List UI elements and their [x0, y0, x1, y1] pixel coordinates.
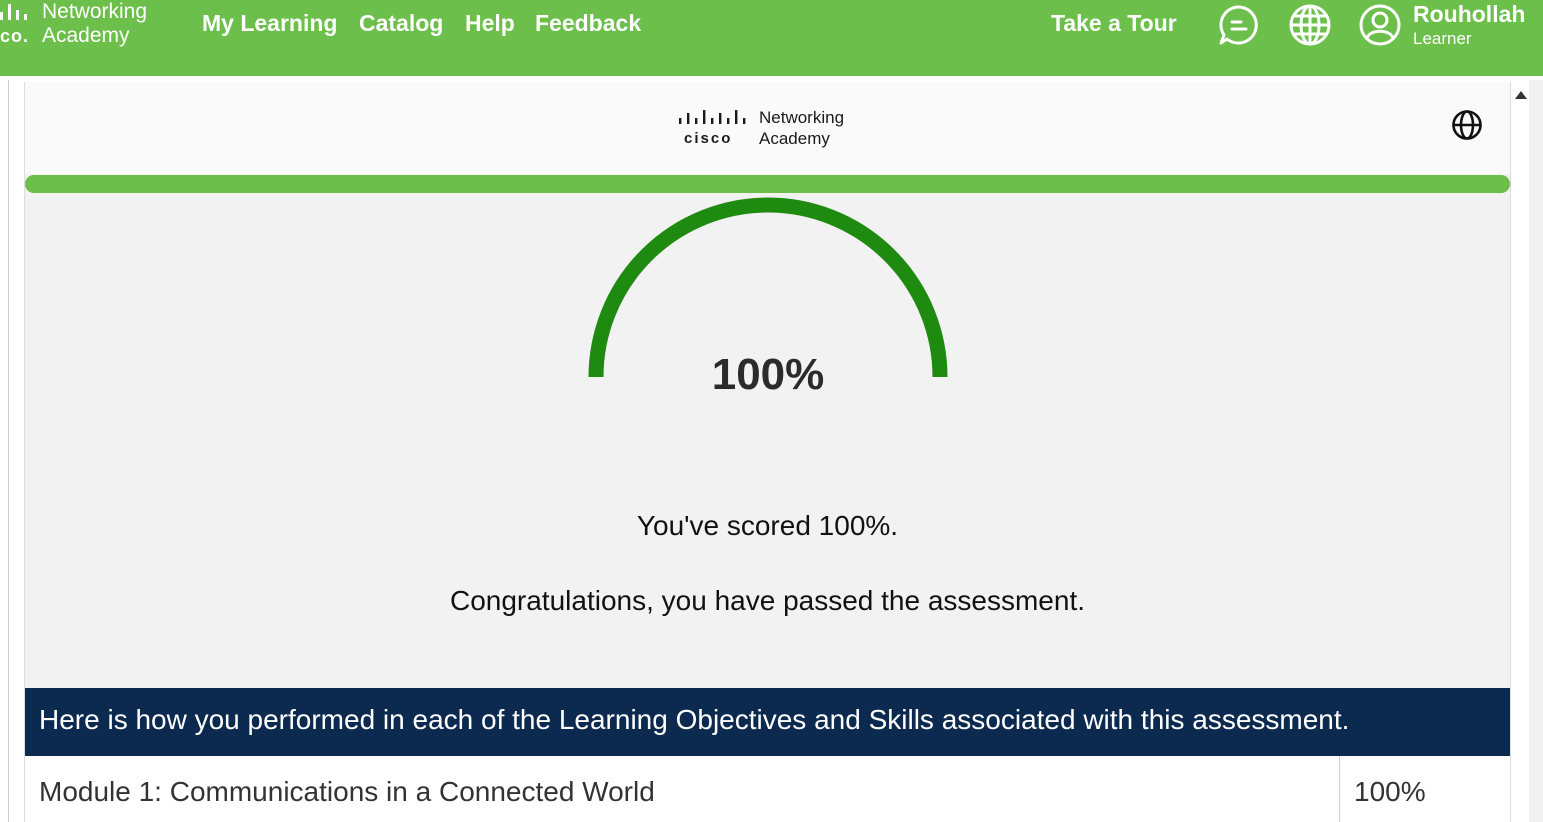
score-message: You've scored 100%. [636, 510, 899, 541]
cisco-wordmark: cisco [684, 130, 733, 147]
assessment-result-frame: cisco Networking Academy 100% You've sco… [24, 82, 1511, 822]
scroll-up-arrow-icon[interactable] [1514, 90, 1528, 100]
logo-line2: Academy [42, 24, 130, 47]
inner-logo-line2: Academy [759, 129, 830, 148]
cisco-logo-icon [679, 110, 746, 124]
inner-logo-line1: Networking [759, 108, 845, 127]
module-score: 100% [1354, 776, 1426, 807]
nav-help[interactable]: Help [465, 10, 515, 37]
cisco-bars-icon [0, 4, 27, 20]
assessment-progress-bar [25, 175, 1510, 193]
score-percentage: 100% [711, 350, 825, 399]
logo-fragment: co. [0, 26, 30, 46]
pass-message: Congratulations, you have passed the ass… [449, 585, 1086, 616]
progress-fill [25, 175, 1510, 193]
nav-my-learning[interactable]: My Learning [202, 10, 337, 37]
globe-icon[interactable] [1451, 109, 1483, 141]
user-role: Learner [1413, 29, 1472, 48]
performance-heading: Here is how you performed in each of the… [25, 688, 1510, 756]
logo-line1: Networking [42, 0, 148, 23]
module-name: Module 1: Communications in a Connected … [39, 776, 655, 807]
left-panel-divider [8, 80, 9, 822]
user-name[interactable]: Rouhollah [1413, 1, 1525, 28]
table-row: Module 1: Communications in a Connected … [25, 756, 1510, 822]
cisco-networking-academy-logo: cisco Networking Academy [677, 106, 867, 150]
vertical-scrollbar[interactable] [1529, 80, 1543, 822]
globe-icon[interactable] [1288, 3, 1332, 47]
chat-icon[interactable] [1216, 3, 1260, 47]
module-header: cisco Networking Academy [25, 82, 1510, 174]
column-divider [1339, 756, 1340, 822]
nav-catalog[interactable]: Catalog [359, 10, 443, 37]
take-tour-link[interactable]: Take a Tour [1051, 10, 1177, 37]
top-nav-bar: co. Networking Academy My Learning Catal… [0, 0, 1543, 76]
user-avatar-icon[interactable] [1358, 3, 1402, 47]
nav-feedback[interactable]: Feedback [535, 10, 641, 37]
